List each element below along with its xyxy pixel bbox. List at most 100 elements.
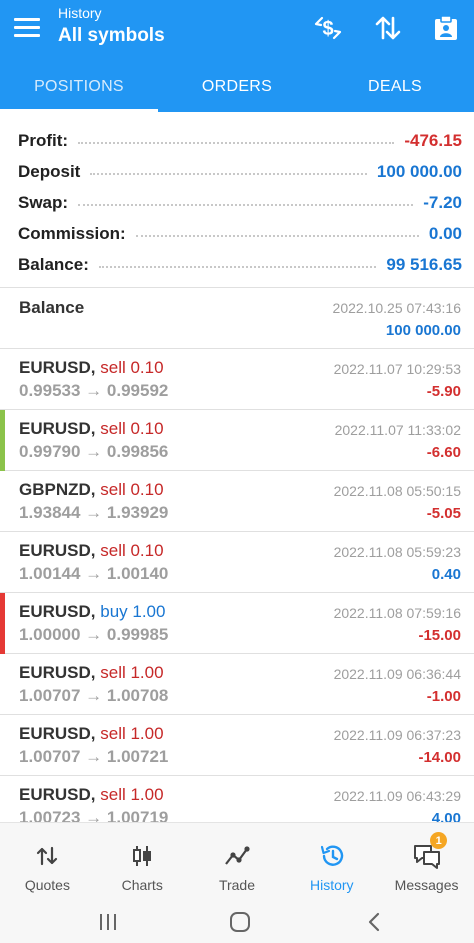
deal-profit: -5.90 (426, 383, 461, 400)
deal-symbol-line: EURUSD, sell 0.10 (19, 419, 164, 439)
dotted-leader (135, 234, 419, 237)
deal-symbol: EURUSD, (19, 663, 96, 682)
summary-value: 0.00 (428, 223, 462, 243)
deal-row[interactable]: EURUSD, buy 1.00 1.00000 → 0.99985 2022.11… (0, 593, 474, 654)
deal-symbol-line: EURUSD, sell 0.10 (19, 541, 164, 561)
deal-profit: -14.00 (418, 749, 461, 766)
tab-orders[interactable]: ORDERS (158, 62, 316, 112)
nav-history[interactable]: History (284, 823, 379, 900)
deal-prices: 1.93844 → 1.93929 (19, 503, 169, 522)
deal-symbol: GBPNZD, (19, 480, 96, 499)
nav-messages[interactable]: 1 Messages (379, 823, 474, 900)
system-navigation-bar (0, 900, 474, 943)
deal-symbol-line: EURUSD, sell 1.00 (19, 724, 164, 744)
deal-prices: 0.99533 → 0.99592 (19, 381, 169, 400)
nav-label: History (310, 877, 354, 893)
balance-entry[interactable]: Balance 2022.10.25 07:43:16 100 000.00 (0, 288, 474, 349)
deal-operation: sell 1.00 (100, 724, 164, 743)
deal-row[interactable]: EURUSD, sell 1.00 1.00723 → 1.00719 2022.1… (0, 776, 474, 822)
summary-row-swap: Swap: -7.20 (0, 187, 474, 218)
deal-profit: -6.60 (426, 444, 461, 461)
deal-prices: 1.00707 → 1.00721 (19, 747, 169, 766)
deal-symbol: EURUSD, (19, 358, 96, 377)
deal-time: 2022.11.09 06:43:29 (333, 788, 461, 804)
summary-label: Deposit (18, 161, 81, 181)
nav-label: Trade (218, 877, 256, 893)
deal-symbol: EURUSD, (19, 785, 96, 804)
summary-row-commission: Commission: 0.00 (0, 218, 474, 249)
header-title[interactable]: All symbols (58, 25, 165, 47)
deal-time: 2022.11.08 05:59:23 (333, 544, 461, 560)
dollar-swap-icon[interactable]: $ (310, 10, 346, 46)
deal-row[interactable]: EURUSD, sell 0.10 0.99533 → 0.99592 2022.1… (0, 349, 474, 410)
summary-value: -476.15 (404, 130, 462, 150)
deal-profit: 0.40 (431, 566, 461, 583)
deal-symbol-line: GBPNZD, sell 0.10 (19, 480, 164, 500)
nav-label: Charts (121, 877, 163, 893)
summary-label: Profit: (18, 130, 69, 150)
deal-prices: 0.99790 → 0.99856 (19, 442, 169, 461)
recent-apps-icon[interactable] (96, 910, 120, 934)
back-icon[interactable] (362, 910, 386, 934)
nav-charts[interactable]: Charts (95, 823, 190, 900)
deal-time: 2022.11.07 11:33:02 (334, 422, 461, 438)
dotted-leader (98, 265, 377, 268)
deal-row[interactable]: EURUSD, sell 0.10 1.00144 → 1.00140 2022.1… (0, 532, 474, 593)
summary-row-balance: Balance: 99 516.65 (0, 249, 474, 280)
summary-label: Commission: (18, 223, 126, 243)
summary-label: Balance: (18, 254, 89, 274)
deal-symbol-line: EURUSD, sell 1.00 (19, 785, 164, 805)
position-marker (0, 410, 5, 471)
tab-deals[interactable]: DEALS (316, 62, 474, 112)
nav-trade[interactable]: Trade (190, 823, 285, 900)
menu-icon[interactable] (14, 18, 40, 40)
position-marker (0, 593, 5, 654)
deal-symbol: EURUSD, (19, 602, 96, 621)
deal-operation: buy 1.00 (100, 602, 166, 621)
summary-label: Swap: (18, 192, 69, 212)
deal-symbol: EURUSD, (19, 541, 96, 560)
candlestick-icon (130, 843, 154, 869)
deal-symbol-line: EURUSD, sell 1.00 (19, 663, 164, 683)
deal-prices: 1.00723 → 1.00719 (19, 808, 169, 822)
history-clock-icon (319, 843, 345, 869)
header-subtitle: History (58, 5, 102, 21)
deal-time: 2022.11.08 07:59:16 (333, 605, 461, 621)
deal-time: 2022.10.25 07:43:16 (332, 300, 461, 316)
deal-time: 2022.11.09 06:37:23 (333, 727, 461, 743)
summary-value: -7.20 (423, 192, 462, 212)
deal-row[interactable]: GBPNZD, sell 0.10 1.93844 → 1.93929 2022.1… (0, 471, 474, 532)
nav-quotes[interactable]: Quotes (0, 823, 95, 900)
summary-row-deposit: Deposit 100 000.00 (0, 156, 474, 187)
deal-operation: sell 0.10 (100, 419, 164, 438)
deal-profit: -5.05 (426, 505, 461, 522)
svg-text:$: $ (322, 18, 333, 40)
deal-operation: sell 0.10 (100, 541, 164, 560)
trade-line-icon (224, 843, 250, 869)
report-icon[interactable] (428, 10, 464, 46)
deal-time: 2022.11.09 06:36:44 (333, 666, 461, 682)
quotes-arrows-icon (36, 843, 58, 869)
nav-label: Messages (394, 877, 459, 893)
summary-row-profit: Profit: -476.15 (0, 125, 474, 156)
deal-time: 2022.11.08 05:50:15 (333, 483, 461, 499)
positions-list[interactable]: Balance 2022.10.25 07:43:16 100 000.00 E… (0, 288, 474, 822)
sort-arrows-icon[interactable] (370, 10, 406, 46)
dotted-leader (78, 141, 395, 144)
deal-row[interactable]: EURUSD, sell 1.00 1.00707 → 1.00721 2022.1… (0, 715, 474, 776)
deal-symbol: EURUSD, (19, 419, 96, 438)
summary-value: 99 516.65 (386, 254, 462, 274)
dotted-leader (90, 172, 367, 175)
deal-row[interactable]: EURUSD, sell 1.00 1.00707 → 1.00708 2022.1… (0, 654, 474, 715)
home-icon[interactable] (228, 910, 252, 934)
deal-row[interactable]: EURUSD, sell 0.10 0.99790 → 0.99856 2022.1… (0, 410, 474, 471)
deal-time: 2022.11.07 10:29:53 (333, 361, 461, 377)
nav-label: Quotes (24, 877, 70, 893)
summary-value: 100 000.00 (376, 161, 462, 181)
balance-entry-amount: 100 000.00 (385, 322, 461, 339)
deal-operation: sell 0.10 (100, 358, 164, 377)
unread-badge: 1 (430, 832, 448, 849)
deal-profit: -15.00 (418, 627, 461, 644)
tab-bar: POSITIONS ORDERS DEALS (0, 62, 474, 112)
tab-positions[interactable]: POSITIONS (0, 62, 158, 112)
